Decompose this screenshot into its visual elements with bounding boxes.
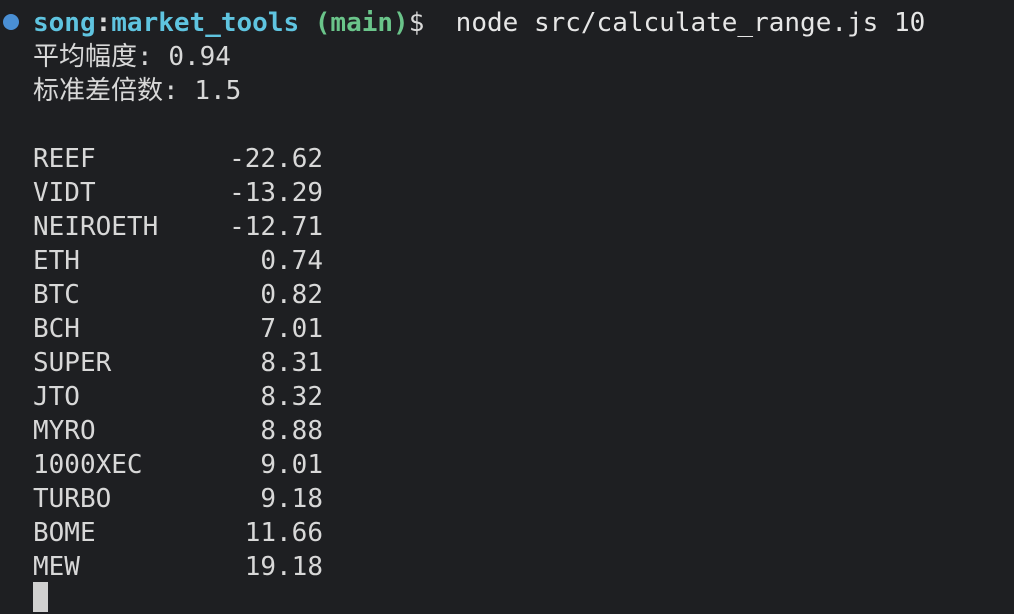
table-row: ETH 0.74: [33, 244, 323, 278]
row-symbol: BTC: [33, 280, 80, 310]
table-row: MYRO 8.88: [33, 414, 323, 448]
row-symbol: MEW: [33, 552, 80, 582]
row-value: 8.31: [260, 348, 323, 378]
row-symbol: BCH: [33, 314, 80, 344]
row-value: 9.01: [260, 450, 323, 480]
row-symbol: 1000XEC: [33, 450, 143, 480]
terminal-window[interactable]: song:market_tools (main)$ node src/calcu…: [0, 0, 1014, 612]
std-multiplier-label: 标准差倍数:: [33, 76, 195, 106]
std-multiplier-line: 标准差倍数: 1.5: [33, 74, 241, 108]
row-value: -22.62: [229, 144, 323, 174]
next-prompt-line: [33, 580, 48, 614]
row-value: 8.32: [260, 382, 323, 412]
prompt-path: market_tools: [111, 8, 300, 38]
std-multiplier-value: 1.5: [194, 76, 242, 106]
prompt-branch: (main): [314, 8, 409, 38]
row-symbol: BOME: [33, 518, 96, 548]
table-row: 1000XEC 9.01: [33, 448, 323, 482]
prompt-dollar: $: [408, 8, 425, 38]
row-value: 11.66: [244, 518, 323, 548]
row-symbol: SUPER: [33, 348, 112, 378]
row-value: 9.18: [260, 484, 323, 514]
terminal-cursor: [33, 582, 48, 612]
row-symbol: TURBO: [33, 484, 112, 514]
table-row: NEIROETH -12.71: [33, 210, 323, 244]
table-row: SUPER 8.31: [33, 346, 323, 380]
row-symbol: MYRO: [33, 416, 96, 446]
prompt-status-dot-icon: [3, 14, 19, 30]
row-value: 0.74: [260, 246, 323, 276]
avg-amplitude-value: 0.94: [168, 42, 231, 72]
table-row: JTO 8.32: [33, 380, 323, 414]
table-row: BTC 0.82: [33, 278, 323, 312]
table-row: TURBO 9.18: [33, 482, 323, 516]
row-value: 7.01: [260, 314, 323, 344]
row-value: 19.18: [244, 552, 323, 582]
table-row: VIDT -13.29: [33, 176, 323, 210]
prompt-user: song: [33, 8, 96, 38]
row-value: 0.82: [260, 280, 323, 310]
row-symbol: NEIROETH: [33, 212, 159, 242]
table-row: REEF -22.62: [33, 142, 323, 176]
table-row: MEW 19.18: [33, 550, 323, 584]
prompt-colon: :: [95, 8, 112, 38]
row-value: -13.29: [229, 178, 323, 208]
row-symbol: REEF: [33, 144, 96, 174]
row-symbol: ETH: [33, 246, 80, 276]
command-text: node src/calculate_range.js 10: [455, 8, 926, 38]
avg-amplitude-label: 平均幅度:: [33, 42, 169, 72]
table-row: BOME 11.66: [33, 516, 323, 550]
table-row: BCH 7.01: [33, 312, 323, 346]
row-value: 8.88: [260, 416, 323, 446]
row-symbol: JTO: [33, 382, 80, 412]
avg-amplitude-line: 平均幅度: 0.94: [33, 40, 231, 74]
row-value: -12.71: [229, 212, 323, 242]
row-symbol: VIDT: [33, 178, 96, 208]
command-line: song:market_tools (main)$ node src/calcu…: [33, 6, 925, 40]
